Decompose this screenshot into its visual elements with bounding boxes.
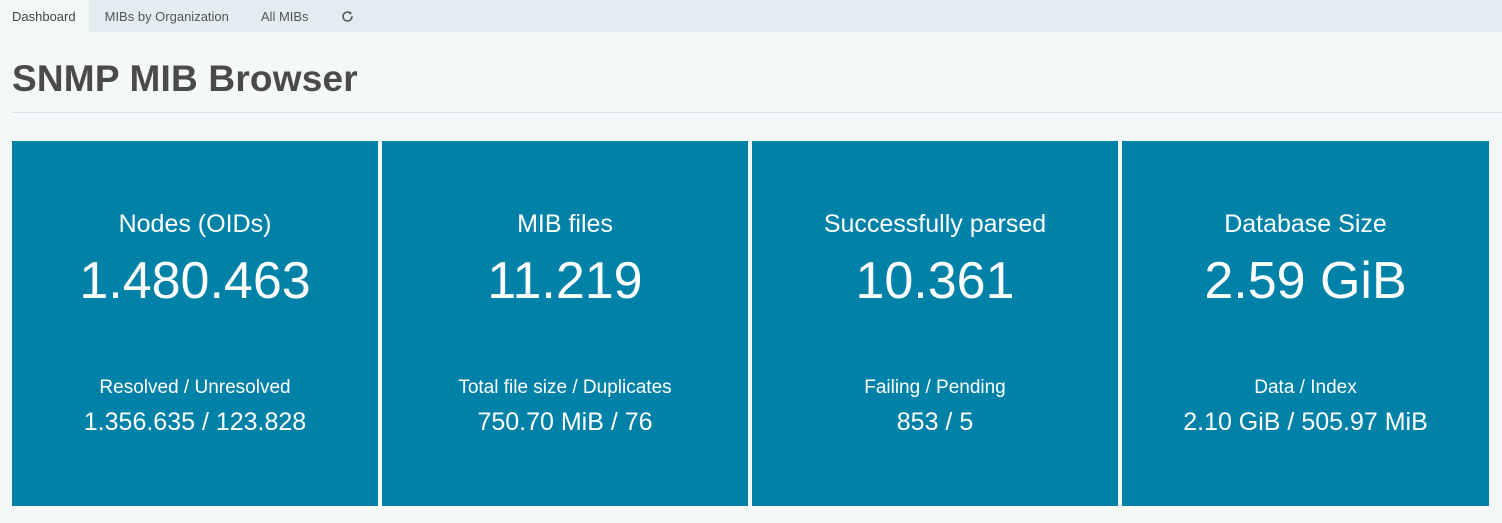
card-label: MIB files xyxy=(517,210,613,238)
tab-dashboard[interactable]: Dashboard xyxy=(0,0,89,32)
tab-bar: Dashboard MIBs by Organization All MIBs xyxy=(0,0,1502,32)
card-subvalue: 2.10 GiB / 505.97 MiB xyxy=(1183,408,1428,436)
card-subvalue: 750.70 MiB / 76 xyxy=(477,408,653,436)
tab-mibs-by-organization[interactable]: MIBs by Organization xyxy=(89,0,245,32)
stats-cards: Nodes (OIDs) 1.480.463 Resolved / Unreso… xyxy=(12,141,1489,506)
card-subvalue: 1.356.635 / 123.828 xyxy=(83,408,307,436)
card-sublabel: Data / Index xyxy=(1254,377,1357,398)
card-value: 1.480.463 xyxy=(79,252,311,310)
refresh-button[interactable] xyxy=(325,0,368,32)
header-divider xyxy=(12,112,1502,113)
card-value: 2.59 GiB xyxy=(1204,252,1407,310)
card-sublabel: Resolved / Unresolved xyxy=(99,377,291,398)
page-title: SNMP MIB Browser xyxy=(12,58,358,99)
tab-all-mibs[interactable]: All MIBs xyxy=(245,0,325,32)
card-successfully-parsed: Successfully parsed 10.361 Failing / Pen… xyxy=(752,141,1118,506)
card-label: Successfully parsed xyxy=(823,210,1047,238)
page-header: SNMP MIB Browser xyxy=(0,32,1502,112)
card-sublabel: Total file size / Duplicates xyxy=(458,377,672,398)
card-database-size: Database Size 2.59 GiB Data / Index 2.10… xyxy=(1122,141,1489,506)
card-sublabel: Failing / Pending xyxy=(864,377,1006,398)
card-value: 10.361 xyxy=(855,252,1015,310)
card-mib-files: MIB files 11.219 Total file size / Dupli… xyxy=(382,141,748,506)
card-nodes: Nodes (OIDs) 1.480.463 Resolved / Unreso… xyxy=(12,141,378,506)
refresh-icon xyxy=(341,10,353,22)
card-label: Nodes (OIDs) xyxy=(118,210,272,238)
card-value: 11.219 xyxy=(487,252,643,310)
card-label: Database Size xyxy=(1224,210,1387,238)
card-subvalue: 853 / 5 xyxy=(896,408,974,436)
